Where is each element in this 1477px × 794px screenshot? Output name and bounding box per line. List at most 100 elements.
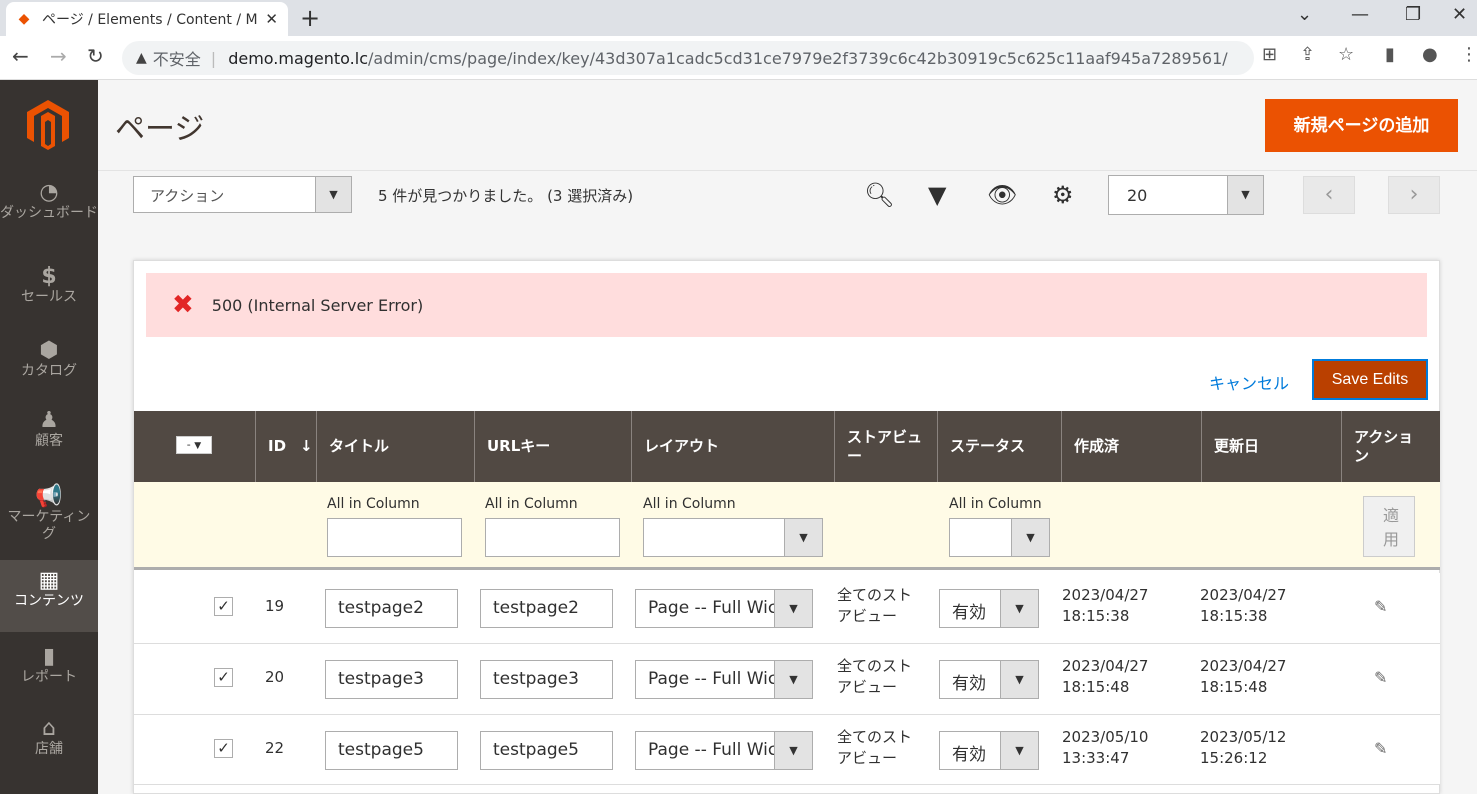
chevron-down-icon: ▼	[774, 732, 812, 769]
column-header-label: ID	[268, 437, 287, 455]
row-id: 20	[265, 668, 285, 686]
table-header: ID ↓ タイトル URLキー レイアウト ストアビュー ステータス 作成済 更…	[134, 411, 1440, 482]
minimize-icon[interactable]: —	[1351, 4, 1369, 25]
add-new-page-button[interactable]: 新規ページの追加	[1265, 99, 1458, 152]
gear-icon[interactable]: ⚙	[1052, 181, 1074, 209]
chevron-down-icon: ▼	[774, 590, 812, 627]
column-header-label: ステータス	[950, 437, 1026, 455]
address-bar: ← → ↻ ▲ 不安全 | demo.magento.lc /admin/cms…	[0, 36, 1477, 80]
next-page-button[interactable]: ›	[1388, 176, 1440, 214]
row-status-select[interactable]: 有効 ▼	[939, 589, 1039, 628]
mass-action-label: アクション	[150, 187, 225, 205]
eye-icon[interactable]: 👁︎	[987, 181, 1017, 209]
back-icon[interactable]: ←	[12, 44, 29, 68]
filter-title-input[interactable]	[327, 518, 462, 557]
row-store-view: 全てのスト アビュー	[837, 656, 912, 698]
side-panel-icon[interactable]: ▮	[1385, 44, 1395, 65]
row-layout-select[interactable]: Page -- Full Wic ▼	[635, 731, 813, 770]
row-checkbox[interactable]: ✓	[214, 668, 233, 687]
date-line: 2023/04/27	[1062, 657, 1149, 675]
share-icon[interactable]: ⇪	[1300, 44, 1315, 65]
row-layout-select[interactable]: Page -- Full Wic ▼	[635, 660, 813, 699]
time-line: 18:15:38	[1200, 607, 1268, 625]
row-title-input[interactable]: testpage2	[325, 589, 458, 628]
cancel-edit-link[interactable]: キャンセル	[1209, 370, 1289, 394]
previous-page-button[interactable]: ‹	[1303, 176, 1355, 214]
translate-icon[interactable]: ⊞	[1262, 44, 1277, 65]
edit-pencil-icon[interactable]: ✎	[1374, 739, 1387, 758]
window-close-icon[interactable]: ✕	[1452, 4, 1467, 25]
row-url-key-input[interactable]: testpage2	[480, 589, 613, 628]
apply-filters-button[interactable]: 適用	[1363, 496, 1415, 557]
table-row[interactable]: ✓ 20 testpage3 testpage3 Page -- Full Wi…	[134, 644, 1440, 715]
error-message: ✖ 500 (Internal Server Error)	[146, 273, 1427, 337]
sidebar-item-customers[interactable]: ♟ 顧客	[0, 410, 98, 450]
row-title-input[interactable]: testpage3	[325, 660, 458, 699]
tab-search-icon[interactable]: ⌄	[1297, 4, 1312, 25]
sidebar-item-sales[interactable]: $ セールス	[0, 264, 98, 306]
per-page-select[interactable]: 20 ▼	[1108, 175, 1264, 215]
column-header-title[interactable]: タイトル	[316, 411, 474, 482]
column-header-status[interactable]: ステータス	[937, 411, 1061, 482]
admin-sidebar: ◔ ダッシュボード $ セールス ⬢ カタログ ♟ 顧客 📢 マーケティング ▦…	[0, 80, 98, 794]
security-label[interactable]: 不安全	[153, 46, 201, 70]
sidebar-item-dashboard[interactable]: ◔ ダッシュボード	[0, 182, 98, 222]
filter-url-input[interactable]	[485, 518, 620, 557]
chevron-down-icon: ▼	[1000, 732, 1038, 769]
sidebar-item-content[interactable]: ▦ コンテンツ	[0, 560, 98, 632]
date-line: 2023/04/27	[1062, 586, 1149, 604]
column-header-id[interactable]: ID ↓	[255, 411, 316, 482]
sort-arrow-down-icon: ↓	[300, 437, 313, 455]
save-edits-button[interactable]: Save Edits	[1312, 359, 1428, 400]
sidebar-item-reports[interactable]: ▮ レポート	[0, 646, 98, 686]
column-header-store-view[interactable]: ストアビュー	[834, 411, 937, 482]
maximize-icon[interactable]: ❐	[1405, 4, 1421, 25]
column-header-created[interactable]: 作成済	[1061, 411, 1201, 482]
row-status-select[interactable]: 有効 ▼	[939, 731, 1039, 770]
forward-icon[interactable]: →	[50, 44, 67, 68]
table-row[interactable]: ✓ 22 testpage5 testpage5 Page -- Full Wi…	[134, 715, 1440, 785]
row-checkbox[interactable]: ✓	[214, 739, 233, 758]
edit-pencil-icon[interactable]: ✎	[1374, 597, 1387, 616]
row-id: 22	[265, 739, 285, 757]
row-checkbox[interactable]: ✓	[214, 597, 233, 616]
new-tab-icon[interactable]: +	[300, 4, 320, 32]
sidebar-item-catalog[interactable]: ⬢ カタログ	[0, 340, 98, 380]
magento-logo-icon[interactable]	[24, 98, 72, 150]
date-line: 2023/05/10	[1062, 728, 1149, 746]
filter-status-select[interactable]: ▼	[949, 518, 1050, 557]
table-row[interactable]: ✓ 19 testpage2 testpage2 Page -- Full Wi…	[134, 573, 1440, 644]
mass-action-select[interactable]: アクション ▼	[133, 176, 352, 213]
reload-icon[interactable]: ↻	[87, 44, 104, 68]
chevron-down-icon: ▼	[1000, 661, 1038, 698]
column-header-url-key[interactable]: URLキー	[474, 411, 631, 482]
profile-avatar-icon[interactable]: ●	[1422, 44, 1438, 65]
bookmark-star-icon[interactable]: ☆	[1338, 44, 1354, 65]
sidebar-item-stores[interactable]: ⌂ 店舗	[0, 718, 98, 758]
column-header-action: アクション	[1341, 411, 1440, 482]
filter-layout-select[interactable]: ▼	[643, 518, 823, 557]
row-url-key-input[interactable]: testpage3	[480, 660, 613, 699]
sidebar-item-marketing[interactable]: 📢 マーケティング	[0, 486, 98, 543]
browser-menu-icon[interactable]: ⋮	[1460, 44, 1477, 65]
column-header-layout[interactable]: レイアウト	[631, 411, 834, 482]
edit-pencil-icon[interactable]: ✎	[1374, 668, 1387, 687]
column-header-updated[interactable]: 更新日	[1201, 411, 1341, 482]
row-layout-select[interactable]: Page -- Full Wic ▼	[635, 589, 813, 628]
row-status-select[interactable]: 有効 ▼	[939, 660, 1039, 699]
filter-icon[interactable]: ▼	[928, 181, 946, 209]
toolbar-divider	[98, 170, 1477, 171]
mass-select-checkbox[interactable]: - ▼	[176, 436, 212, 454]
url-field[interactable]: ▲ 不安全 | demo.magento.lc /admin/cms/page/…	[122, 41, 1254, 75]
search-icon[interactable]: 🔍︎	[864, 181, 894, 209]
row-url-key-input[interactable]: testpage5	[480, 731, 613, 770]
chevron-down-icon: ▼	[1011, 519, 1049, 556]
row-title-input[interactable]: testpage5	[325, 731, 458, 770]
browser-tab[interactable]: ◆ ページ / Elements / Content / M ✕	[6, 2, 288, 36]
row-store-view: 全てのスト アビュー	[837, 727, 912, 769]
row-created-date: 2023/04/27 18:15:38	[1062, 585, 1148, 627]
row-layout-value: Page -- Full Wic	[648, 740, 778, 760]
tab-close-icon[interactable]: ✕	[265, 10, 278, 28]
dollar-icon: $	[41, 264, 57, 289]
store-line: アビュー	[837, 607, 898, 625]
